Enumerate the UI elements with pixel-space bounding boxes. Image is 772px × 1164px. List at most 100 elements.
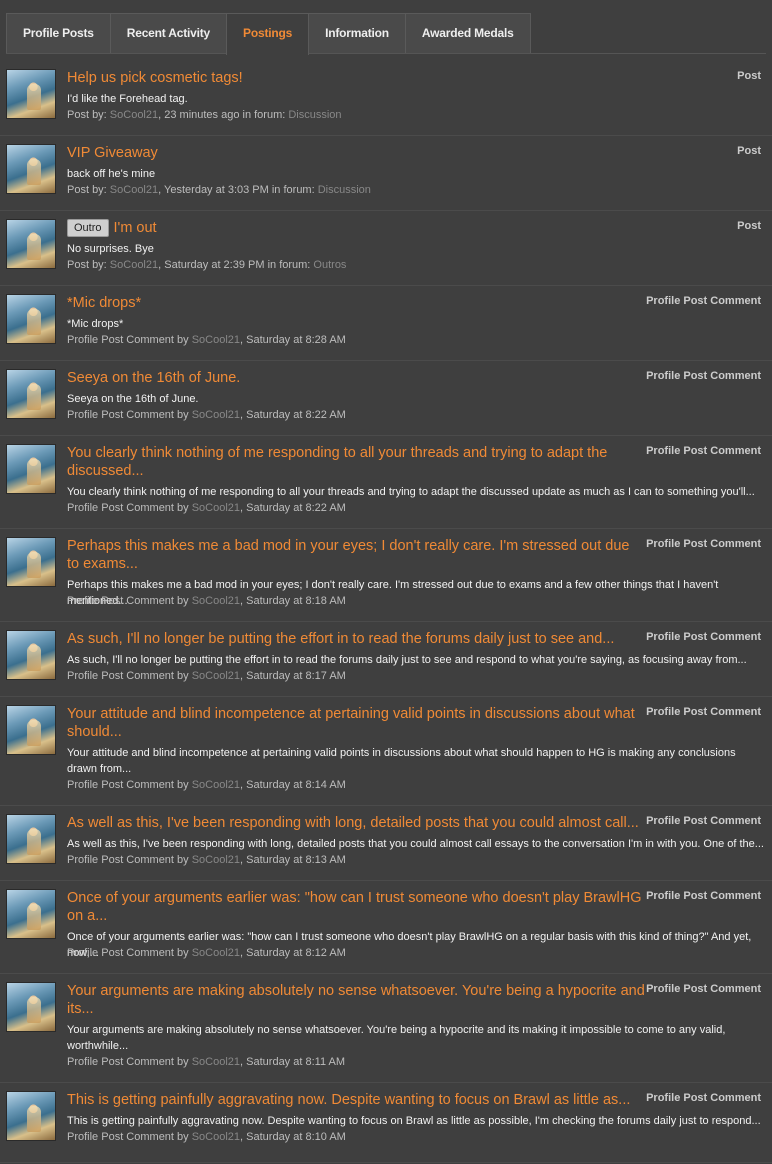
post-title-link[interactable]: Help us pick cosmetic tags! <box>67 69 645 87</box>
avatar[interactable] <box>6 982 56 1032</box>
author-link[interactable]: SoCool21 <box>192 670 240 682</box>
list-item: Help us pick cosmetic tags! Post I'd like … <box>0 60 772 136</box>
tab-recent-activity[interactable]: Recent Activity <box>109 13 228 53</box>
meta-prefix: Profile Post Comment by <box>67 670 192 682</box>
post-time: , Saturday at 8:22 AM <box>240 502 346 514</box>
post-snippet: Your arguments are making absolutely no … <box>67 1024 726 1052</box>
meta-prefix: Post by: <box>67 259 110 271</box>
post-title-link[interactable]: This is getting painfully aggravating no… <box>67 1091 645 1109</box>
post-meta: Profile Post Comment by SoCool21, Saturd… <box>67 594 346 608</box>
avatar[interactable] <box>6 630 56 680</box>
avatar[interactable] <box>6 294 56 344</box>
meta-prefix: Profile Post Comment by <box>67 1056 192 1068</box>
post-title-link[interactable]: Seeya on the 16th of June. <box>67 369 645 387</box>
content-type-label: Post <box>737 145 761 157</box>
tab-awarded-medals[interactable]: Awarded Medals <box>404 13 531 53</box>
content-type-label: Profile Post Comment <box>646 445 761 457</box>
post-time: , Saturday at 8:12 AM <box>240 947 346 959</box>
forum-link[interactable]: Discussion <box>318 184 371 196</box>
avatar[interactable] <box>6 219 56 269</box>
post-title-link[interactable]: Your arguments are making absolutely no … <box>67 982 645 1018</box>
forum-link[interactable]: Discussion <box>288 109 341 121</box>
content-type-label: Post <box>737 70 761 82</box>
avatar[interactable] <box>6 1091 56 1141</box>
author-link[interactable]: SoCool21 <box>192 1131 240 1143</box>
post-title-link[interactable]: Outro I'm out <box>67 219 645 237</box>
post-title-link[interactable]: As such, I'll no longer be putting the e… <box>67 630 645 648</box>
tab-postings[interactable]: Postings <box>226 13 310 55</box>
author-link[interactable]: SoCool21 <box>192 409 240 421</box>
meta-prefix: Profile Post Comment by <box>67 854 192 866</box>
avatar[interactable] <box>6 144 56 194</box>
content-type-label: Profile Post Comment <box>646 1092 761 1104</box>
author-link[interactable]: SoCool21 <box>192 502 240 514</box>
post-title-link[interactable]: As well as this, I've been responding wi… <box>67 814 645 832</box>
content-type-label: Post <box>737 220 761 232</box>
post-time: , Saturday at 8:11 AM <box>240 1056 346 1068</box>
post-title-link[interactable]: Perhaps this makes me a bad mod in your … <box>67 537 645 573</box>
post-title-link[interactable]: VIP Giveaway <box>67 144 645 162</box>
author-link[interactable]: SoCool21 <box>110 109 158 121</box>
forum-link[interactable]: Outros <box>313 259 346 271</box>
post-snippet: You clearly think nothing of me respondi… <box>67 486 755 498</box>
post-title-text: Your attitude and blind incompetence at … <box>67 706 635 740</box>
post-snippet: Seeya on the 16th of June. <box>67 393 199 405</box>
post-time: , Saturday at 8:17 AM <box>240 670 346 682</box>
author-link[interactable]: SoCool21 <box>192 1056 240 1068</box>
author-link[interactable]: SoCool21 <box>192 779 240 791</box>
post-meta: Profile Post Comment by SoCool21, Saturd… <box>67 669 346 683</box>
author-link[interactable]: SoCool21 <box>192 947 240 959</box>
post-title-text: As such, I'll no longer be putting the e… <box>67 631 615 647</box>
author-link[interactable]: SoCool21 <box>192 595 240 607</box>
avatar[interactable] <box>6 537 56 587</box>
author-link[interactable]: SoCool21 <box>192 854 240 866</box>
content-type-label: Profile Post Comment <box>646 631 761 643</box>
avatar[interactable] <box>6 705 56 755</box>
post-snippet: This is getting painfully aggravating no… <box>67 1115 761 1127</box>
content-type-label: Profile Post Comment <box>646 538 761 550</box>
list-item: You clearly think nothing of me respondi… <box>0 435 772 529</box>
author-link[interactable]: SoCool21 <box>110 259 158 271</box>
post-time: , 23 minutes ago in forum: <box>158 109 289 121</box>
avatar[interactable] <box>6 444 56 494</box>
post-time: , Saturday at 2:39 PM in forum: <box>158 259 314 271</box>
content-type-label: Profile Post Comment <box>646 890 761 902</box>
post-time: , Yesterday at 3:03 PM in forum: <box>158 184 318 196</box>
post-title-link[interactable]: Once of your arguments earlier was: "how… <box>67 889 645 925</box>
content-type-label: Profile Post Comment <box>646 295 761 307</box>
avatar[interactable] <box>6 369 56 419</box>
post-title-text: VIP Giveaway <box>67 145 158 161</box>
avatar[interactable] <box>6 889 56 939</box>
tab-information[interactable]: Information <box>308 13 406 53</box>
list-item: Your attitude and blind incompetence at … <box>0 696 772 806</box>
post-title-text: Seeya on the 16th of June. <box>67 370 241 386</box>
avatar[interactable] <box>6 814 56 864</box>
post-title-text: Perhaps this makes me a bad mod in your … <box>67 538 630 572</box>
content-type-label: Profile Post Comment <box>646 370 761 382</box>
post-snippet: I'd like the Forehead tag. <box>67 93 188 105</box>
author-link[interactable]: SoCool21 <box>192 334 240 346</box>
post-meta: Post by: SoCool21, Yesterday at 3:03 PM … <box>67 183 371 197</box>
list-item: This is getting painfully aggravating no… <box>0 1082 772 1163</box>
post-title-link[interactable]: Your attitude and blind incompetence at … <box>67 705 645 741</box>
post-meta: Profile Post Comment by SoCool21, Saturd… <box>67 1130 346 1144</box>
post-snippet: Your attitude and blind incompetence at … <box>67 747 736 775</box>
avatar[interactable] <box>6 69 56 119</box>
post-title-text: I'm out <box>113 220 157 236</box>
post-time: , Saturday at 8:13 AM <box>240 854 346 866</box>
post-title-text: This is getting painfully aggravating no… <box>67 1092 631 1108</box>
post-title-link[interactable]: You clearly think nothing of me respondi… <box>67 444 645 480</box>
post-meta: Profile Post Comment by SoCool21, Saturd… <box>67 501 346 515</box>
meta-prefix: Profile Post Comment by <box>67 409 192 421</box>
post-title-link[interactable]: *Mic drops* <box>67 294 645 312</box>
list-item: Outro I'm out Post No surprises. Bye Post by… <box>0 210 772 286</box>
post-title-text: You clearly think nothing of me respondi… <box>67 445 608 479</box>
meta-prefix: Profile Post Comment by <box>67 779 192 791</box>
post-time: , Saturday at 8:22 AM <box>240 409 346 421</box>
post-meta: Post by: SoCool21, Saturday at 2:39 PM i… <box>67 258 346 272</box>
author-link[interactable]: SoCool21 <box>110 184 158 196</box>
post-title-text: Your arguments are making absolutely no … <box>67 983 645 1017</box>
post-meta: Profile Post Comment by SoCool21, Saturd… <box>67 778 346 792</box>
tab-profile-posts[interactable]: Profile Posts <box>6 13 111 53</box>
post-meta: Profile Post Comment by SoCool21, Saturd… <box>67 946 346 960</box>
